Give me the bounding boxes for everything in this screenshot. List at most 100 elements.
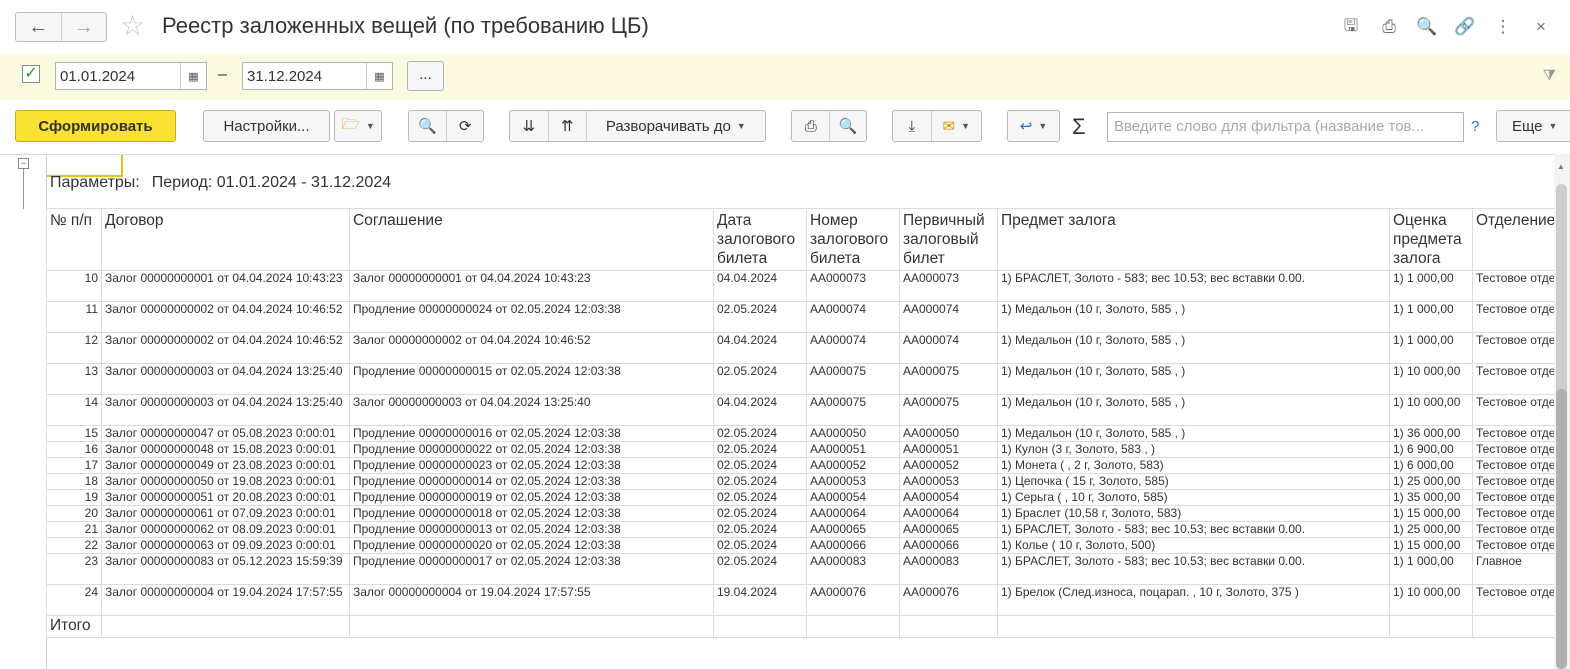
cell-item[interactable]: 1) Кулон (3 г, Золото, 583 , ): [997, 441, 1390, 458]
cell-primary[interactable]: АА000053: [899, 473, 998, 490]
preview-icon[interactable]: 🔍: [829, 111, 866, 141]
cell-value[interactable]: 1) 6 000,00: [1389, 457, 1473, 474]
cell-date[interactable]: 02.05.2024: [713, 301, 807, 333]
cell-date[interactable]: 02.05.2024: [713, 505, 807, 522]
search-icon[interactable]: 🔍: [409, 111, 446, 141]
cell-primary[interactable]: АА000075: [899, 363, 998, 395]
scrollbar-thumb[interactable]: [1556, 389, 1567, 669]
cell-agreement[interactable]: Залог 00000000004 от 19.04.2024 17:57:55: [349, 584, 714, 616]
cell-value[interactable]: 1) 10 000,00: [1389, 394, 1473, 426]
cell-n[interactable]: 10: [46, 270, 102, 302]
preview-icon[interactable]: 🔍: [1408, 14, 1446, 40]
more-actions-button[interactable]: Еще ▼: [1496, 110, 1570, 142]
cell-branch[interactable]: Тестовое отделение: [1472, 394, 1555, 426]
cell-branch[interactable]: Тестовое отделение: [1472, 363, 1555, 395]
sum-icon[interactable]: Σ: [1072, 114, 1086, 140]
date-to-value[interactable]: 31.12.2024: [243, 63, 366, 89]
cell-item[interactable]: 1) Медальон (10 г, Золото, 585 , ): [997, 301, 1390, 333]
cell-contract[interactable]: Залог 00000000003 от 04.04.2024 13:25:40: [101, 363, 350, 395]
cell-n[interactable]: 15: [46, 425, 102, 442]
forward-icon[interactable]: →: [60, 13, 107, 41]
cell-primary[interactable]: АА000065: [899, 521, 998, 538]
cell-value[interactable]: 1) 1 000,00: [1389, 553, 1473, 585]
cell-ticket[interactable]: АА000064: [806, 505, 900, 522]
cell-agreement[interactable]: Залог 00000000001 от 04.04.2024 10:43:23: [349, 270, 714, 302]
print-icon[interactable]: ⎙: [792, 111, 829, 141]
cell-item[interactable]: 1) Брелок (След.износа, поцарап. , 10 г,…: [997, 584, 1390, 616]
cell-ticket[interactable]: АА000066: [806, 537, 900, 554]
cell-n[interactable]: 23: [46, 553, 102, 585]
cell-date[interactable]: 02.05.2024: [713, 473, 807, 490]
cell-ticket[interactable]: АА000053: [806, 473, 900, 490]
cell-ticket[interactable]: АА000050: [806, 425, 900, 442]
cell-n[interactable]: 17: [46, 457, 102, 474]
cell-item[interactable]: 1) БРАСЛЕТ, Золото - 583; вес 10.53; вес…: [997, 270, 1390, 302]
cell-branch[interactable]: Тестовое отделение: [1472, 270, 1555, 302]
period-checkbox[interactable]: ✓: [22, 65, 40, 83]
cell-n[interactable]: 22: [46, 537, 102, 554]
cell-n[interactable]: 21: [46, 521, 102, 538]
cell-value[interactable]: 1) 6 900,00: [1389, 441, 1473, 458]
cell-ticket[interactable]: АА000074: [806, 332, 900, 364]
cell-value[interactable]: 1) 25 000,00: [1389, 473, 1473, 490]
cell-value[interactable]: 1) 1 000,00: [1389, 332, 1473, 364]
cell-primary[interactable]: АА000083: [899, 553, 998, 585]
cell-ticket[interactable]: АА000051: [806, 441, 900, 458]
date-to-field[interactable]: 31.12.2024 ▦: [242, 62, 393, 90]
cell-item[interactable]: 1) Браслет (10,58 г, Золото, 583): [997, 505, 1390, 522]
cell-primary[interactable]: АА000051: [899, 441, 998, 458]
cell-primary[interactable]: АА000066: [899, 537, 998, 554]
mail-button[interactable]: ✉ ▼: [930, 111, 981, 141]
cell-branch[interactable]: Главное: [1472, 553, 1555, 585]
cell-value[interactable]: 1) 10 000,00: [1389, 363, 1473, 395]
date-from-value[interactable]: 01.01.2024: [56, 63, 180, 89]
cell-agreement[interactable]: Продление 00000000013 от 02.05.2024 12:0…: [349, 521, 714, 538]
cell-ticket[interactable]: АА000052: [806, 457, 900, 474]
cell-date[interactable]: 02.05.2024: [713, 457, 807, 474]
cell-primary[interactable]: АА000052: [899, 457, 998, 474]
cell-agreement[interactable]: Продление 00000000024 от 02.05.2024 12:0…: [349, 301, 714, 333]
cell-branch[interactable]: Тестовое отделение: [1472, 537, 1555, 554]
cell-date[interactable]: 02.05.2024: [713, 521, 807, 538]
cell-agreement[interactable]: Залог 00000000003 от 04.04.2024 13:25:40: [349, 394, 714, 426]
search-next-icon[interactable]: ⟳: [446, 111, 483, 141]
cell-agreement[interactable]: Продление 00000000015 от 02.05.2024 12:0…: [349, 363, 714, 395]
collapse-icon[interactable]: −: [18, 158, 29, 169]
cell-item[interactable]: 1) Медальон (10 г, Золото, 585 , ): [997, 425, 1390, 442]
cell-n[interactable]: 16: [46, 441, 102, 458]
cell-date[interactable]: 02.05.2024: [713, 363, 807, 395]
collapse-all-icon[interactable]: ⇊: [510, 111, 548, 141]
help-icon[interactable]: ?: [1471, 118, 1479, 135]
period-more-button[interactable]: ...: [407, 61, 444, 91]
cell-n[interactable]: 13: [46, 363, 102, 395]
cell-agreement[interactable]: Продление 00000000017 от 02.05.2024 12:0…: [349, 553, 714, 585]
close-icon[interactable]: ×: [1522, 14, 1560, 40]
cell-n[interactable]: 11: [46, 301, 102, 333]
cell-n[interactable]: 20: [46, 505, 102, 522]
cell-branch[interactable]: Тестовое отделение: [1472, 489, 1555, 506]
cell-ticket[interactable]: АА000065: [806, 521, 900, 538]
download-icon[interactable]: ⤓: [893, 111, 931, 141]
cell-primary[interactable]: АА000064: [899, 505, 998, 522]
cell-ticket[interactable]: АА000075: [806, 363, 900, 395]
expand-all-icon[interactable]: ⇈: [547, 111, 586, 141]
cell-date[interactable]: 04.04.2024: [713, 394, 807, 426]
calendar-icon[interactable]: ▦: [366, 63, 392, 89]
cell-ticket[interactable]: АА000054: [806, 489, 900, 506]
cell-ticket[interactable]: АА000074: [806, 301, 900, 333]
cell-item[interactable]: 1) Медальон (10 г, Золото, 585 , ): [997, 363, 1390, 395]
cell-branch[interactable]: Тестовое отделение: [1472, 521, 1555, 538]
cell-ticket[interactable]: АА000076: [806, 584, 900, 616]
cell-primary[interactable]: АА000073: [899, 270, 998, 302]
cell-date[interactable]: 04.04.2024: [713, 270, 807, 302]
cell-agreement[interactable]: Продление 00000000023 от 02.05.2024 12:0…: [349, 457, 714, 474]
cell-n[interactable]: 18: [46, 473, 102, 490]
cell-contract[interactable]: Залог 00000000061 от 07.09.2023 0:00:01: [101, 505, 350, 522]
cell-agreement[interactable]: Продление 00000000019 от 02.05.2024 12:0…: [349, 489, 714, 506]
cell-contract[interactable]: Залог 00000000063 от 09.09.2023 0:00:01: [101, 537, 350, 554]
calendar-icon[interactable]: ▦: [180, 63, 206, 89]
favorite-star-icon[interactable]: ☆: [120, 12, 145, 40]
cell-value[interactable]: 1) 1 000,00: [1389, 270, 1473, 302]
print-icon[interactable]: ⎙: [1370, 14, 1408, 40]
cell-item[interactable]: 1) Колье ( 10 г, Золото, 500): [997, 537, 1390, 554]
